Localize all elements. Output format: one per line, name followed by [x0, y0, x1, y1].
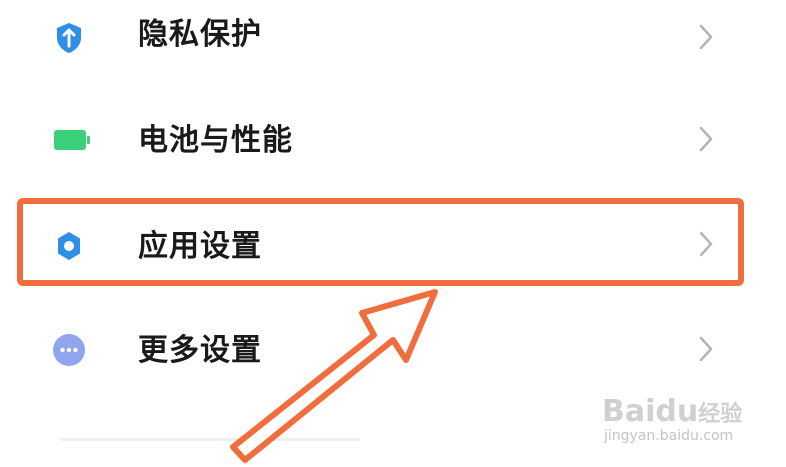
watermark-logo: Baidu经验	[602, 394, 743, 429]
settings-item-label: 更多设置	[138, 333, 262, 368]
shield-icon	[52, 21, 86, 55]
settings-item-privacy[interactable]: 隐私保护	[0, 0, 786, 86]
settings-item-more-settings[interactable]: 更多设置	[0, 302, 786, 398]
chevron-right-icon	[698, 335, 714, 363]
chevron-right-icon	[698, 23, 714, 51]
divider	[60, 438, 360, 441]
settings-item-label: 隐私保护	[138, 17, 262, 52]
settings-item-battery[interactable]: 电池与性能	[0, 92, 786, 188]
chevron-right-icon	[698, 125, 714, 153]
battery-icon	[52, 123, 92, 157]
watermark-url: jingyan.baidu.com	[604, 428, 734, 444]
more-dots-icon	[52, 333, 86, 367]
baidu-jingyan-watermark: Baidu经验 jingyan.baidu.com	[596, 394, 782, 450]
settings-item-label: 电池与性能	[138, 123, 293, 158]
highlight-box	[17, 198, 744, 286]
